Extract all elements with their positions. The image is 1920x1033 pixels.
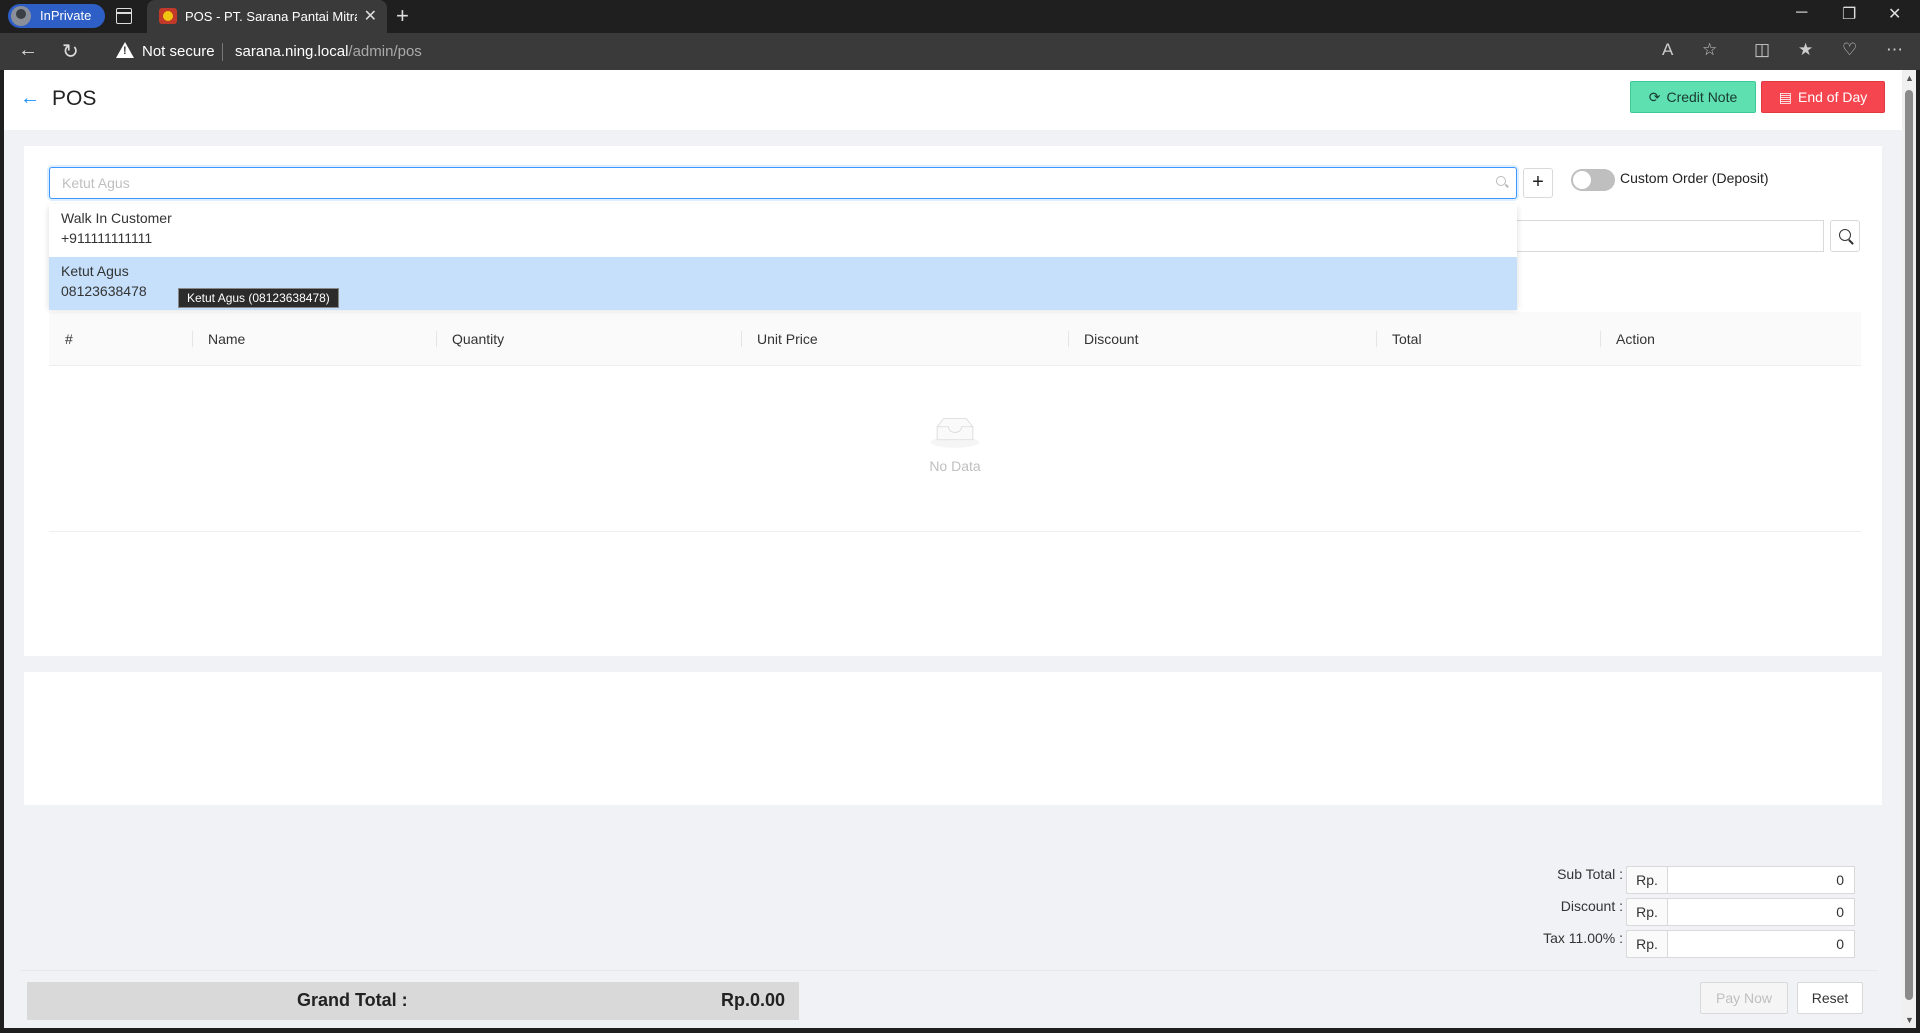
credit-note-button[interactable]: ⟳ Credit Note [1630,81,1756,113]
customer-option-name: Walk In Customer [61,210,172,226]
column-header-quantity: Quantity [436,312,504,366]
customer-option[interactable]: Walk In Customer +911111111111 [49,204,1517,257]
customer-tooltip: Ketut Agus (08123638478) [178,288,339,308]
url-path: /admin/pos [348,43,422,60]
read-aloud-icon[interactable]: A [1662,40,1673,60]
browser-tab-active[interactable]: POS - PT. Sarana Pantai Mitra Se ✕ [147,0,387,33]
customer-search-input[interactable] [50,168,1516,198]
url-host: sarana.ning.local [235,43,349,60]
restore-icon[interactable]: ❐ [1842,4,1856,24]
page-title: POS [52,87,97,110]
customer-option-name: Ketut Agus [61,263,129,279]
site-favicon-icon [159,8,177,24]
favorites-icon[interactable]: ★ [1798,40,1813,60]
column-header-total: Total [1376,312,1422,366]
end-of-day-button[interactable]: ▤ End of Day [1761,81,1885,113]
browser-essentials-icon[interactable]: ♡ [1842,40,1857,60]
grand-total-value: Rp.0.00 [720,990,785,1010]
search-icon [1496,176,1506,186]
empty-text: No Data [929,458,981,474]
profile-avatar [11,6,31,26]
end-of-day-label: End of Day [1797,88,1868,105]
product-search-button[interactable] [1830,220,1860,252]
add-customer-button[interactable]: + [1523,168,1553,198]
custom-order-label: Custom Order (Deposit) [1620,170,1769,186]
browser-addressbar: ← ↻ Not secure sarana.ning.local/admin/p… [0,33,1920,70]
more-options-icon[interactable]: ⋯ [1886,40,1903,60]
refresh-icon[interactable]: ↻ [62,39,79,64]
customer-option-phone: +911111111111 [61,230,153,246]
inprivate-label: InPrivate [40,8,92,23]
currency-prefix: Rp. [1626,930,1668,958]
browser-tabbar: InPrivate POS - PT. Sarana Pantai Mitra … [0,0,1920,33]
custom-order-toggle[interactable] [1571,169,1615,191]
table-header: # Name Quantity Unit Price Discount Tota… [49,312,1861,366]
scrollbar-thumb[interactable] [1905,90,1913,1000]
pay-now-button[interactable]: Pay Now [1700,982,1788,1014]
sub-total-label: Sub Total : [1557,866,1623,882]
page-header: ← POS ⟳ Credit Note ▤ End of Day [4,70,1902,130]
back-arrow-icon[interactable]: ← [20,87,40,110]
tab-title: POS - PT. Sarana Pantai Mitra Se [185,9,357,24]
currency-prefix: Rp. [1626,898,1668,926]
favorite-star-icon[interactable]: ☆ [1702,40,1717,60]
customer-search-field[interactable] [49,167,1517,199]
warning-icon [116,42,134,58]
column-header-discount: Discount [1068,312,1138,366]
empty-inbox-icon [930,418,980,448]
scroll-down-icon[interactable]: ▼ [1905,1015,1914,1025]
back-icon[interactable]: ← [18,39,38,62]
tab-close-icon[interactable]: ✕ [364,6,377,26]
column-header-action: Action [1600,312,1655,366]
sync-icon: ⟳ [1648,88,1661,105]
table-empty-state: No Data [49,366,1861,532]
reset-button[interactable]: Reset [1797,982,1863,1014]
page: ← POS ⟳ Credit Note ▤ End of Day + Custom … [4,70,1902,1028]
product-search-input[interactable] [1517,220,1824,252]
column-header-index: # [65,331,73,347]
discount-label: Discount : [1560,898,1623,914]
summary-divider [20,970,1878,971]
tax-value: 0 [1668,930,1855,958]
tab-actions-icon[interactable] [116,8,132,24]
split-screen-icon[interactable]: ◫ [1754,40,1770,60]
discount-value[interactable]: 0 [1668,898,1855,926]
sub-total-value: 0 [1668,866,1855,894]
url-field[interactable]: sarana.ning.local/admin/pos [235,43,422,60]
tax-label: Tax 11.00% : [1543,930,1623,946]
summary-card [24,672,1882,805]
credit-note-label: Credit Note [1666,88,1738,105]
scroll-up-icon[interactable]: ▲ [1905,73,1914,83]
inprivate-badge[interactable]: InPrivate [8,4,106,28]
grand-total-bar: Grand Total : Rp.0.00 [27,982,799,1020]
address-separator [222,43,223,61]
not-secure-label[interactable]: Not secure [142,43,215,60]
minimize-icon[interactable]: ─ [1796,4,1807,22]
column-header-name: Name [192,312,245,366]
document-icon: ▤ [1778,88,1792,105]
grand-total-label: Grand Total : [297,990,408,1010]
currency-prefix: Rp. [1626,866,1668,894]
column-header-unit-price: Unit Price [741,312,818,366]
page-scrollbar[interactable]: ▲ ▼ [1902,70,1916,1028]
new-tab-icon[interactable]: + [396,3,409,29]
close-window-icon[interactable]: ✕ [1888,4,1901,24]
